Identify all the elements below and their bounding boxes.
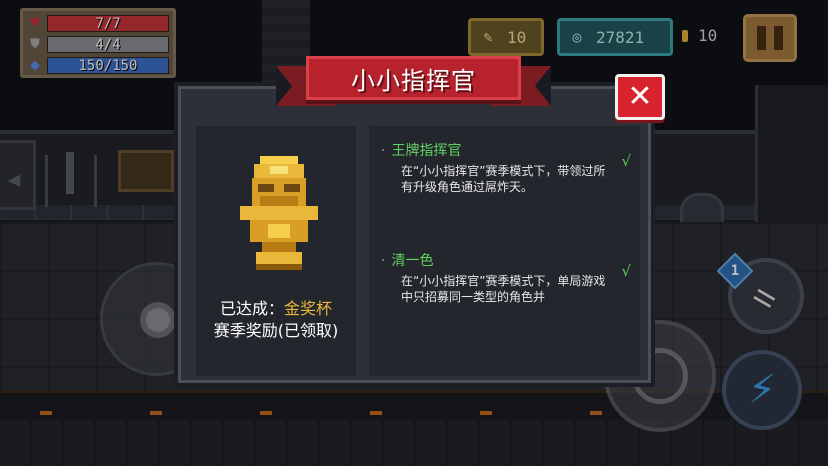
achievement-list: · 王牌指挥官 在“小小指挥官”赛季模式下，带领过所有升级角色通过屌炸天。 √ ·…: [369, 126, 640, 376]
achievement-item: · 王牌指挥官 在“小小指挥官”赛季模式下，带领过所有升级角色通过屌炸天。 √: [381, 142, 631, 195]
banner-notch-left: [276, 66, 292, 106]
achievement-title: · 王牌指挥官: [381, 142, 631, 160]
achieved-value: 金奖杯: [284, 299, 333, 318]
reward-panel: 已达成：金奖杯 赛季奖励(已领取): [196, 126, 356, 376]
close-icon: ✕: [627, 79, 653, 114]
achievement-title-text: 王牌指挥官: [391, 143, 462, 159]
achieved-line: 已达成：金奖杯: [196, 298, 356, 320]
checkmark-icon: √: [621, 152, 631, 170]
achievement-desc: 在“小小指挥官”赛季模式下，带领过所有升级角色通过屌炸天。: [401, 164, 606, 194]
banner-notch-right: [535, 66, 551, 106]
achievement-desc: 在“小小指挥官”赛季模式下，单局游戏中只招募同一类型的角色并: [401, 274, 606, 304]
checkmark-icon: √: [621, 262, 631, 280]
reward-status: 已达成：金奖杯 赛季奖励(已领取): [196, 298, 356, 342]
achieved-label: 已达成：: [219, 299, 284, 318]
achievement-item: · 清一色 在“小小指挥官”赛季模式下，单局游戏中只招募同一类型的角色并 √: [381, 252, 631, 305]
season-reward-label: 赛季奖励(已领取): [213, 321, 339, 340]
dialog-title-banner: 小小指挥官: [276, 56, 551, 106]
gold-trophy-icon: [240, 156, 318, 270]
bullet: ·: [381, 253, 386, 269]
achievement-title-text: 清一色: [391, 253, 434, 269]
dialog-title: 小小指挥官: [351, 66, 476, 95]
bullet: ·: [381, 143, 386, 159]
achievement-dialog: 已达成：金奖杯 赛季奖励(已领取) · 王牌指挥官 在“小小指挥官”赛季模式下，带…: [174, 82, 655, 387]
achievement-title: · 清一色: [381, 252, 631, 270]
close-button[interactable]: ✕: [615, 74, 665, 120]
banner-ribbon: 小小指挥官: [306, 56, 521, 100]
